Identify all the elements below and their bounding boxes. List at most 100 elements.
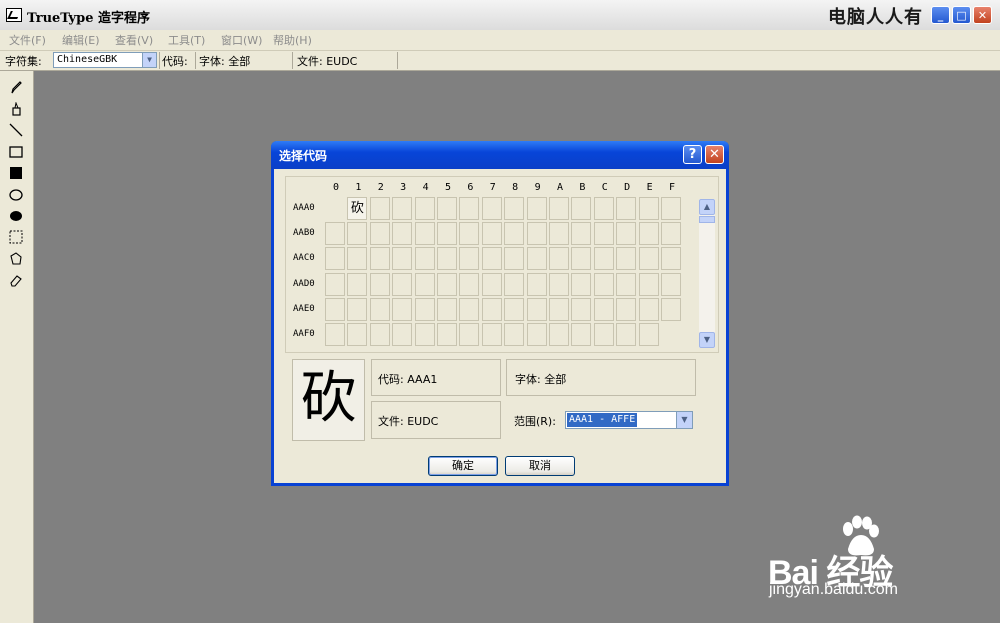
rectangle-outline-icon[interactable] bbox=[8, 144, 24, 160]
code-cell[interactable] bbox=[571, 222, 592, 246]
code-cell[interactable] bbox=[616, 197, 637, 220]
code-cell[interactable] bbox=[459, 323, 480, 346]
code-cell[interactable] bbox=[638, 197, 659, 220]
code-cell[interactable] bbox=[638, 297, 659, 321]
code-cell[interactable] bbox=[414, 222, 435, 246]
menu-tools[interactable]: 工具(T) bbox=[168, 32, 205, 48]
rect-select-icon[interactable] bbox=[8, 229, 24, 245]
code-cell[interactable] bbox=[593, 197, 614, 220]
code-cell[interactable] bbox=[369, 247, 390, 271]
cancel-button[interactable]: 取消 bbox=[505, 456, 575, 476]
code-cell[interactable] bbox=[526, 297, 547, 321]
code-cell[interactable] bbox=[661, 247, 681, 271]
code-cell[interactable] bbox=[571, 197, 592, 220]
code-cell[interactable] bbox=[437, 197, 457, 220]
code-cell[interactable] bbox=[369, 197, 390, 220]
code-cell[interactable] bbox=[661, 222, 681, 246]
minimize-button[interactable]: _ bbox=[931, 6, 950, 24]
code-cell[interactable] bbox=[638, 222, 659, 246]
code-cell[interactable] bbox=[593, 323, 614, 346]
code-cell[interactable] bbox=[392, 297, 413, 321]
code-cell[interactable] bbox=[504, 197, 525, 220]
code-cell[interactable] bbox=[571, 297, 592, 321]
code-cell[interactable] bbox=[593, 222, 614, 246]
code-cell[interactable] bbox=[661, 197, 681, 220]
code-cell[interactable] bbox=[526, 222, 547, 246]
code-cell[interactable] bbox=[369, 297, 390, 321]
code-cell[interactable] bbox=[526, 197, 547, 220]
ellipse-filled-icon[interactable] bbox=[8, 208, 24, 224]
code-cell[interactable] bbox=[549, 222, 569, 246]
eraser-icon[interactable] bbox=[8, 272, 24, 288]
pencil-icon[interactable] bbox=[8, 79, 24, 95]
code-cell[interactable] bbox=[392, 222, 413, 246]
code-cell[interactable] bbox=[638, 272, 659, 296]
grid-scrollbar[interactable]: ▲ ▼ bbox=[699, 199, 715, 348]
code-cell[interactable] bbox=[616, 272, 637, 296]
code-cell[interactable] bbox=[459, 247, 480, 271]
code-cell[interactable] bbox=[616, 323, 637, 346]
code-cell[interactable] bbox=[504, 222, 525, 246]
code-cell[interactable] bbox=[459, 272, 480, 296]
code-cell[interactable] bbox=[414, 247, 435, 271]
rectangle-filled-icon[interactable] bbox=[8, 165, 24, 181]
code-cell[interactable] bbox=[414, 297, 435, 321]
code-cell[interactable] bbox=[437, 272, 457, 296]
code-cell[interactable] bbox=[571, 272, 592, 296]
code-cell[interactable] bbox=[504, 323, 525, 346]
code-cell[interactable] bbox=[549, 323, 569, 346]
code-cell[interactable] bbox=[369, 272, 390, 296]
code-cell[interactable] bbox=[571, 323, 592, 346]
menu-edit[interactable]: 编辑(E) bbox=[62, 32, 100, 48]
code-cell[interactable] bbox=[481, 247, 502, 271]
scroll-down-icon[interactable]: ▼ bbox=[699, 332, 715, 348]
code-cell[interactable]: 砍 bbox=[347, 197, 368, 220]
code-cell[interactable] bbox=[571, 247, 592, 271]
code-cell[interactable] bbox=[638, 247, 659, 271]
code-cell[interactable] bbox=[392, 197, 413, 220]
menu-file[interactable]: 文件(F) bbox=[9, 32, 46, 48]
maximize-button[interactable]: □ bbox=[952, 6, 971, 24]
code-cell[interactable] bbox=[526, 272, 547, 296]
code-cell[interactable] bbox=[347, 323, 368, 346]
code-cell[interactable] bbox=[481, 197, 502, 220]
code-cell[interactable] bbox=[481, 323, 502, 346]
charset-select[interactable]: ChineseGBK ▼ bbox=[53, 52, 157, 68]
code-cell[interactable] bbox=[638, 323, 659, 346]
code-cell[interactable] bbox=[414, 323, 435, 346]
code-cell[interactable] bbox=[504, 247, 525, 271]
code-cell[interactable] bbox=[325, 222, 345, 246]
code-cell[interactable] bbox=[459, 222, 480, 246]
chevron-down-icon[interactable]: ▼ bbox=[142, 53, 156, 67]
ellipse-outline-icon[interactable] bbox=[8, 187, 24, 203]
line-icon[interactable] bbox=[8, 122, 24, 138]
code-cell[interactable] bbox=[347, 247, 368, 271]
code-cell[interactable] bbox=[325, 323, 345, 346]
code-cell[interactable] bbox=[459, 197, 480, 220]
code-cell[interactable] bbox=[593, 247, 614, 271]
code-cell[interactable] bbox=[369, 323, 390, 346]
code-cell[interactable] bbox=[549, 247, 569, 271]
code-cell[interactable] bbox=[437, 247, 457, 271]
menu-view[interactable]: 查看(V) bbox=[115, 32, 153, 48]
code-cell[interactable] bbox=[437, 323, 457, 346]
code-cell[interactable] bbox=[347, 222, 368, 246]
code-cell[interactable] bbox=[661, 272, 681, 296]
code-cell[interactable] bbox=[392, 272, 413, 296]
code-cell[interactable] bbox=[504, 272, 525, 296]
code-cell[interactable] bbox=[549, 197, 569, 220]
scroll-thumb[interactable] bbox=[699, 216, 715, 223]
code-cell[interactable] bbox=[481, 272, 502, 296]
code-cell[interactable] bbox=[347, 272, 368, 296]
code-cell[interactable] bbox=[593, 272, 614, 296]
code-cell[interactable] bbox=[616, 247, 637, 271]
dialog-close-button[interactable]: ✕ bbox=[705, 145, 724, 164]
code-cell[interactable] bbox=[437, 222, 457, 246]
code-cell[interactable] bbox=[661, 297, 681, 321]
help-button[interactable]: ? bbox=[683, 145, 702, 164]
code-cell[interactable] bbox=[459, 297, 480, 321]
code-cell[interactable] bbox=[392, 323, 413, 346]
code-cell[interactable] bbox=[325, 272, 345, 296]
range-select[interactable]: AAA1 - AFFE ▼ bbox=[565, 411, 693, 429]
close-button[interactable]: ✕ bbox=[973, 6, 992, 24]
